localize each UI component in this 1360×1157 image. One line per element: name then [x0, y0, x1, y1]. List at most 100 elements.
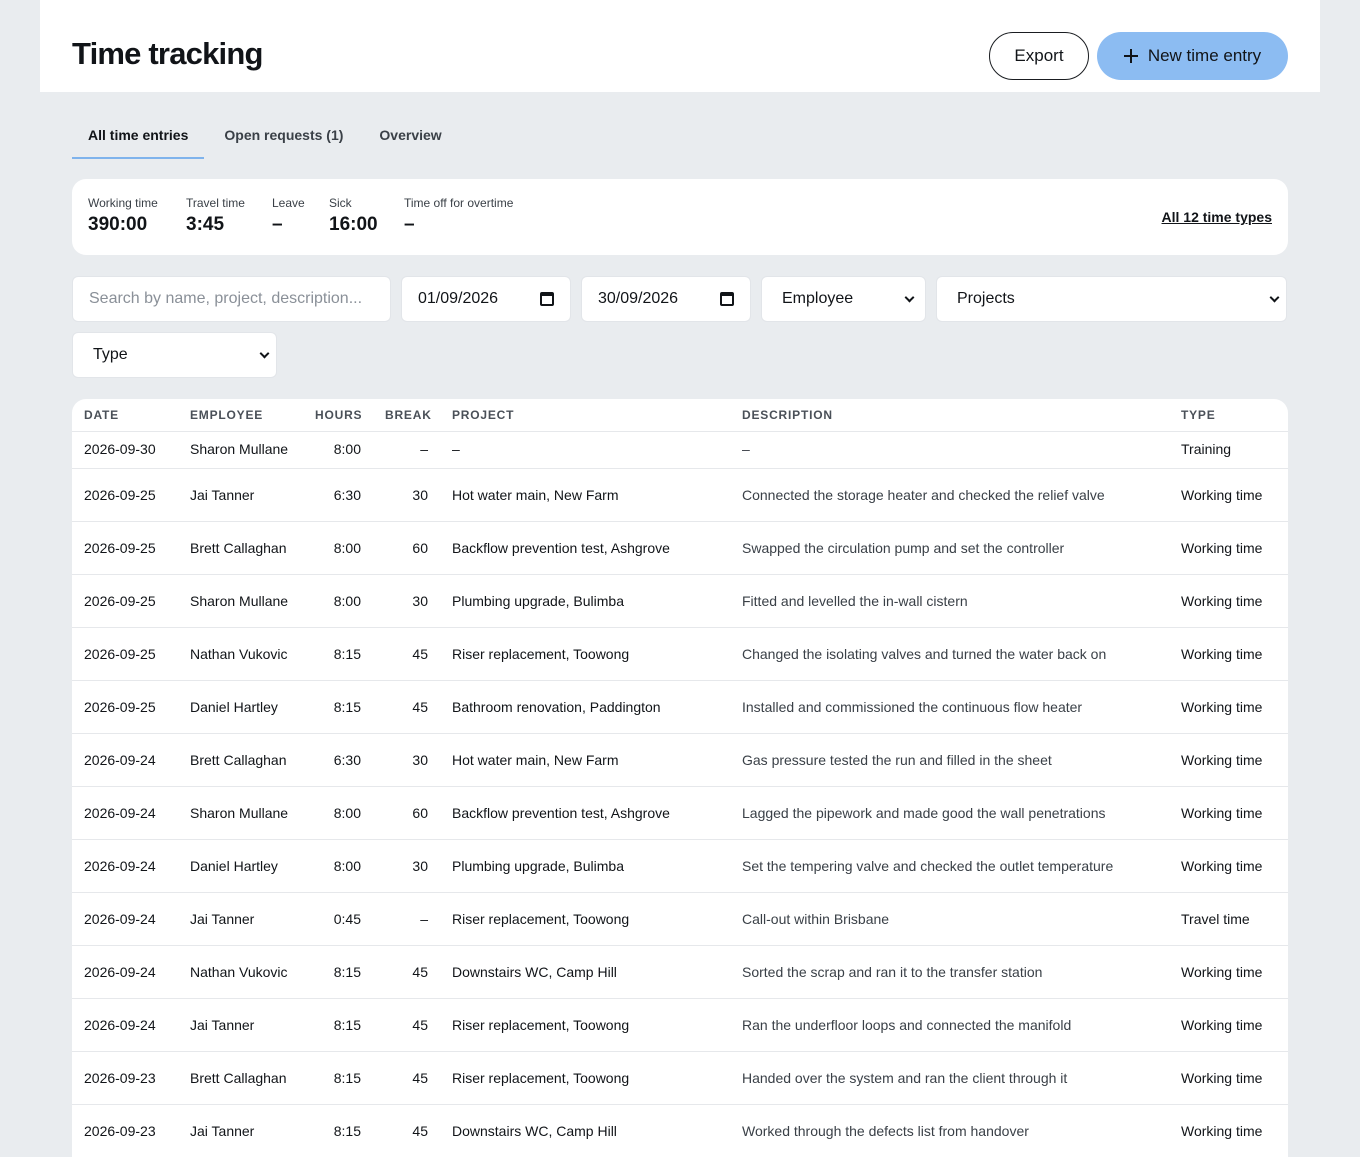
column-header-employee[interactable]: EMPLOYEE — [190, 408, 263, 422]
cell-description: Changed the isolating valves and turned … — [742, 646, 1107, 662]
stat-working-time: Working time 390:00 — [88, 196, 158, 236]
table-row[interactable]: 2026-09-25 Brett Callaghan 8:00 60 Backflow … — [72, 522, 1288, 575]
new-time-entry-button[interactable]: New time entry — [1097, 32, 1288, 80]
stat-label: Leave — [272, 196, 305, 210]
cell-employee: Brett Callaghan — [190, 752, 287, 768]
column-header-type[interactable]: TYPE — [1181, 408, 1216, 422]
table-row[interactable]: 2026-09-24 Jai Tanner 0:45 – Riser replaceme… — [72, 893, 1288, 946]
stat-value: 390:00 — [88, 214, 148, 235]
new-time-entry-label: New time entry — [1147, 46, 1262, 65]
stat-label: Working time — [88, 196, 158, 210]
export-button[interactable]: Export — [989, 32, 1089, 80]
cell-employee: Sharon Mullane — [190, 441, 289, 457]
cell-project: Riser replacement, Toowong — [452, 1070, 630, 1086]
type-select[interactable]: Type — [72, 332, 277, 378]
table-row[interactable]: 2026-09-25 Daniel Hartley 8:15 45 Bathroom r… — [72, 681, 1288, 734]
cell-description: Set the tempering valve and checked the … — [742, 858, 1114, 874]
cell-break: 45 — [412, 1123, 428, 1139]
date-from-value: 01/09/2026 — [418, 290, 499, 307]
cell-project: Hot water main, New Farm — [452, 487, 619, 503]
stat-label: Time off for overtime — [404, 196, 514, 210]
cell-type: Travel time — [1181, 911, 1250, 927]
stat-travel-time: Travel time 3:45 — [186, 196, 245, 236]
table-row[interactable]: 2026-09-24 Sharon Mullane 8:00 60 Backflow p… — [72, 787, 1288, 840]
cell-break: 45 — [412, 699, 428, 715]
cell-hours: 8:15 — [333, 699, 361, 715]
cell-description: Lagged the pipework and made good the wa… — [742, 805, 1106, 821]
cell-project: Plumbing upgrade, Bulimba — [452, 593, 624, 609]
cell-type: Working time — [1181, 593, 1263, 609]
column-header-break[interactable]: BREAK — [385, 408, 432, 422]
cell-employee: Jai Tanner — [190, 1123, 255, 1139]
tab-overview[interactable]: Overview — [363, 112, 457, 159]
cell-description: Swapped the circulation pump and set the… — [742, 540, 1065, 556]
projects-select[interactable]: Projects — [936, 276, 1287, 322]
cell-description: Connected the storage heater and checked… — [742, 487, 1105, 503]
cell-project: Backflow prevention test, Ashgrove — [452, 805, 670, 821]
cell-hours: 8:15 — [333, 1070, 361, 1086]
calendar-icon[interactable] — [720, 292, 734, 306]
table-row[interactable]: 2026-09-24 Nathan Vukovic 8:15 45 Downstairs… — [72, 946, 1288, 999]
employee-select[interactable]: Employee — [761, 276, 926, 322]
table-row[interactable]: 2026-09-24 Jai Tanner 8:15 45 Riser replacem… — [72, 999, 1288, 1052]
cell-date: 2026-09-25 — [84, 487, 156, 503]
search-input[interactable] — [89, 290, 374, 308]
table-row[interactable]: 2026-09-25 Jai Tanner 6:30 30 Hot water main… — [72, 469, 1288, 522]
cell-hours: 8:15 — [333, 1017, 361, 1033]
cell-employee: Daniel Hartley — [190, 858, 278, 874]
cell-description: Handed over the system and ran the clien… — [742, 1070, 1068, 1086]
cell-date: 2026-09-23 — [84, 1070, 156, 1086]
cell-employee: Daniel Hartley — [190, 699, 278, 715]
column-header-date[interactable]: DATE — [84, 408, 119, 422]
stat-leave: Leave – — [272, 196, 305, 236]
cell-description: Worked through the defects list from han… — [742, 1123, 1029, 1139]
cell-employee: Brett Callaghan — [190, 1070, 287, 1086]
cell-description: Fitted and levelled the in-wall cistern — [742, 593, 968, 609]
table-row[interactable]: 2026-09-25 Nathan Vukovic 8:15 45 Riser repl… — [72, 628, 1288, 681]
cell-hours: 8:00 — [333, 593, 361, 609]
table-row[interactable]: 2026-09-23 Jai Tanner 8:15 45 Downstairs WC,… — [72, 1105, 1288, 1157]
stat-value: 16:00 — [329, 214, 378, 235]
page-title: Time tracking — [72, 36, 263, 71]
table-row[interactable]: 2026-09-30 Sharon Mullane 8:00 – – – Training — [72, 432, 1288, 469]
cell-date: 2026-09-24 — [84, 752, 156, 768]
cell-project: Backflow prevention test, Ashgrove — [452, 540, 670, 556]
cell-date: 2026-09-23 — [84, 1123, 156, 1139]
column-header-project[interactable]: PROJECT — [452, 408, 514, 422]
cell-description: Call-out within Brisbane — [742, 911, 890, 927]
cell-hours: 6:30 — [333, 752, 361, 768]
stat-value: – — [404, 214, 415, 235]
table-header: DATE EMPLOYEE HOURS BREAK PROJECT DESCRI… — [72, 399, 1288, 432]
table-row[interactable]: 2026-09-24 Brett Callaghan 6:30 30 Hot water… — [72, 734, 1288, 787]
date-from-field[interactable]: 01/09/2026 — [401, 276, 571, 322]
employee-select-value: Employee — [782, 290, 854, 307]
table-row[interactable]: 2026-09-23 Brett Callaghan 8:15 45 Riser rep… — [72, 1052, 1288, 1105]
cell-break: 30 — [412, 858, 428, 874]
chevron-down-icon — [259, 348, 270, 358]
calendar-icon[interactable] — [540, 292, 554, 306]
date-to-field[interactable]: 30/09/2026 — [581, 276, 751, 322]
cell-break: 60 — [412, 540, 428, 556]
all-time-types-link[interactable]: All 12 time types — [1162, 209, 1273, 225]
type-select-value: Type — [93, 346, 128, 363]
cell-employee: Jai Tanner — [190, 487, 255, 503]
column-header-hours[interactable]: HOURS — [315, 408, 362, 422]
table-row[interactable]: 2026-09-24 Daniel Hartley 8:00 30 Plumbing u… — [72, 840, 1288, 893]
cell-date: 2026-09-24 — [84, 964, 156, 980]
cell-type: Working time — [1181, 752, 1263, 768]
tab-all-time-entries[interactable]: All time entries — [72, 112, 205, 159]
cell-type: Working time — [1181, 805, 1263, 821]
table-row[interactable]: 2026-09-25 Sharon Mullane 8:00 30 Plumbing u… — [72, 575, 1288, 628]
tab-open-requests[interactable]: Open requests (1) — [208, 112, 359, 159]
chevron-down-icon — [904, 292, 915, 302]
cell-type: Working time — [1181, 1070, 1263, 1086]
cell-project: Downstairs WC, Camp Hill — [452, 1123, 617, 1139]
cell-hours: 8:00 — [333, 858, 361, 874]
search-field[interactable] — [72, 276, 391, 322]
column-header-description[interactable]: DESCRIPTION — [742, 408, 833, 422]
cell-break: – — [420, 911, 428, 927]
cell-employee: Brett Callaghan — [190, 540, 287, 556]
cell-project: Riser replacement, Toowong — [452, 1017, 630, 1033]
stat-value: 3:45 — [186, 214, 225, 235]
cell-employee: Sharon Mullane — [190, 593, 289, 609]
